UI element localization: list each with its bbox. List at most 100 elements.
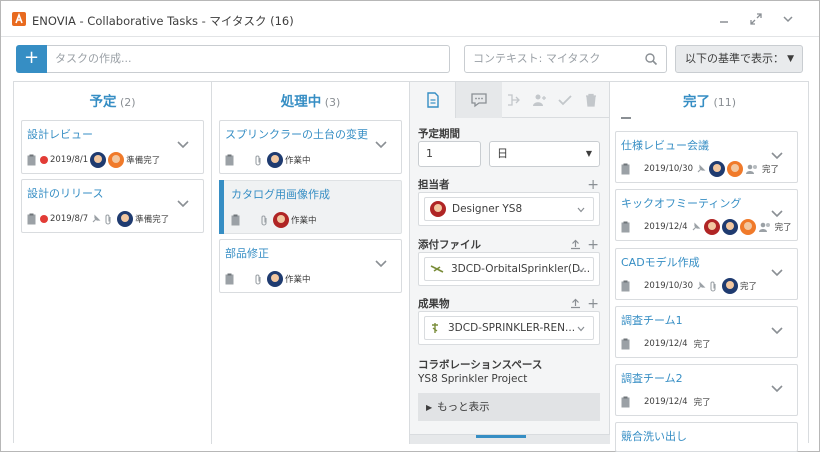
task-title[interactable]: CADモデル作成 [621,254,700,270]
expand-chevron-icon[interactable] [177,200,189,208]
assignee-item[interactable]: Designer YS8 [424,197,594,221]
task-title[interactable]: 部品修正 [225,245,269,261]
maximize-icon[interactable] [749,12,763,26]
task-date: 2019/10/30 [644,164,693,174]
duration-unit-select[interactable]: 日 ▼ [489,141,600,167]
task-meta: 作業中 [225,271,311,287]
task-title[interactable]: 競合洗い出し [621,428,687,444]
deliverable-name: 3DCD-SPRINKLER-REN... [448,322,576,334]
expand-chevron-icon[interactable] [375,141,387,149]
expand-chevron-icon[interactable] [177,141,189,149]
task-card-selected[interactable]: カタログ用画像作成 作業中 [219,180,402,234]
task-status: 完了 [693,398,711,408]
task-date: 2019/8/1 [50,155,89,165]
view-by-button[interactable]: 以下の基準で表示： ▼ [675,45,803,73]
3dexperience-logo-icon [12,12,26,26]
view-by-label: 以下の基準で表示： [685,52,784,65]
duration-label: 予定期間 [418,128,460,140]
clipboard-icon [225,154,234,166]
checkmark-icon[interactable] [558,93,572,107]
expand-chevron-icon[interactable] [771,327,783,335]
duration-input[interactable]: 1 [418,141,481,167]
expand-chevron-icon[interactable] [375,260,387,268]
task-card[interactable]: CADモデル作成 2019/10/30 完了 [615,248,798,300]
task-title[interactable]: 仕様レビュー会議 [621,137,709,153]
assignee-box: Designer YS8 [418,192,600,226]
task-card[interactable]: 仕様レビュー会議 2019/10/30 完了 [615,131,798,183]
add-deliverable-icon[interactable]: + [587,297,599,311]
attachments-label: 添付ファイル [418,239,481,251]
task-card[interactable]: キックオフミーティング 2019/12/4 完了 [615,189,798,241]
tab-comments[interactable] [456,82,502,118]
upload-icon[interactable] [570,239,581,250]
task-card[interactable]: 調査チーム2 2019/12/4 完了 [615,364,798,416]
task-title[interactable]: 調査チーム1 [621,312,683,328]
show-more-button[interactable]: ▶ もっと表示 [418,393,600,421]
expand-chevron-icon[interactable] [771,210,783,218]
footer-button[interactable] [476,435,526,438]
group-icon [758,222,770,232]
deliverable-item[interactable]: 3DCD-SPRINKLER-REN... [424,316,594,340]
task-title[interactable]: 設計のリリース [27,185,103,201]
task-title[interactable]: スプリンクラーの土台の変更 [225,126,368,142]
pin-icon [92,214,101,223]
task-card[interactable]: 調査チーム1 2019/12/4 完了 [615,306,798,358]
menu-chevron-icon[interactable] [781,12,795,26]
task-card[interactable]: 設計レビュー 2019/8/1 準備完了 [21,120,204,174]
task-card[interactable]: 設計のリリース 2019/8/7 準備完了 [21,179,204,233]
clipboard-icon [621,163,630,175]
task-card[interactable]: スプリンクラーの土台の変更 作業中 [219,120,402,174]
avatar [727,161,743,177]
task-status: 作業中 [291,216,317,226]
expand-chevron-icon[interactable] [771,385,783,393]
task-title[interactable]: 設計レビュー [27,126,93,142]
column-title: 処理中 [280,94,322,110]
upload-icon[interactable] [570,298,581,309]
detail-tabs [410,82,610,118]
task-title[interactable]: カタログ用画像作成 [231,186,330,202]
document-icon [427,92,439,108]
context-search-input[interactable]: コンテキスト: マイタスク [464,45,667,73]
caret-right-icon: ▶ [426,403,433,412]
chevron-down-icon[interactable] [577,326,585,332]
context-search-placeholder: コンテキスト: マイタスク [473,52,601,65]
task-detail-panel: 予定期間 1 日 ▼ 担当者 + Designer YS8 添付ファイル + 3… [410,82,610,444]
task-card[interactable]: 競合洗い出し [615,422,798,452]
expand-chevron-icon[interactable] [771,269,783,277]
task-title[interactable]: 調査チーム2 [621,370,683,386]
show-more-label: もっと表示 [437,401,490,413]
caret-down-icon: ▼ [787,54,794,64]
minimize-icon[interactable] [717,12,731,26]
add-assignee-icon[interactable]: + [587,178,599,192]
select-caret-icon: ▼ [585,149,592,158]
avatar [709,161,725,177]
task-status: 完了 [693,340,711,350]
task-date: 2019/8/7 [50,214,89,224]
chevron-down-icon[interactable] [577,207,585,213]
add-task-button[interactable]: + [16,45,47,73]
avatar [739,219,756,235]
deliverables-label: 成果物 [418,298,450,310]
task-meta: 2019/12/4 完了 [621,336,711,352]
task-meta: 2019/10/30 完了 [621,278,757,294]
search-icon[interactable] [644,52,658,66]
paperclip-icon [255,274,261,285]
paperclip-icon [261,215,267,226]
tab-properties[interactable] [410,82,456,118]
export-icon[interactable] [506,93,520,107]
task-title[interactable]: キックオフミーティング [621,195,741,211]
overdue-icon [40,156,48,164]
paperclip-icon [255,155,261,166]
assign-user-icon[interactable] [532,93,546,107]
new-task-input[interactable]: タスクの作成... [47,45,450,73]
add-attachment-icon[interactable]: + [587,238,599,252]
chevron-down-icon[interactable] [577,267,585,273]
attachment-item[interactable]: 3DCD-OrbitalSprinkler(D... [424,257,594,281]
clipboard-icon [621,396,630,408]
column-header-done: 完了 (11) [610,90,809,110]
collab-space-value: YS8 Sprinkler Project [418,373,528,385]
duration-unit-value: 日 [497,147,508,160]
task-card[interactable]: 部品修正 作業中 [219,239,402,293]
trash-icon[interactable] [584,93,598,107]
expand-chevron-icon[interactable] [771,152,783,160]
